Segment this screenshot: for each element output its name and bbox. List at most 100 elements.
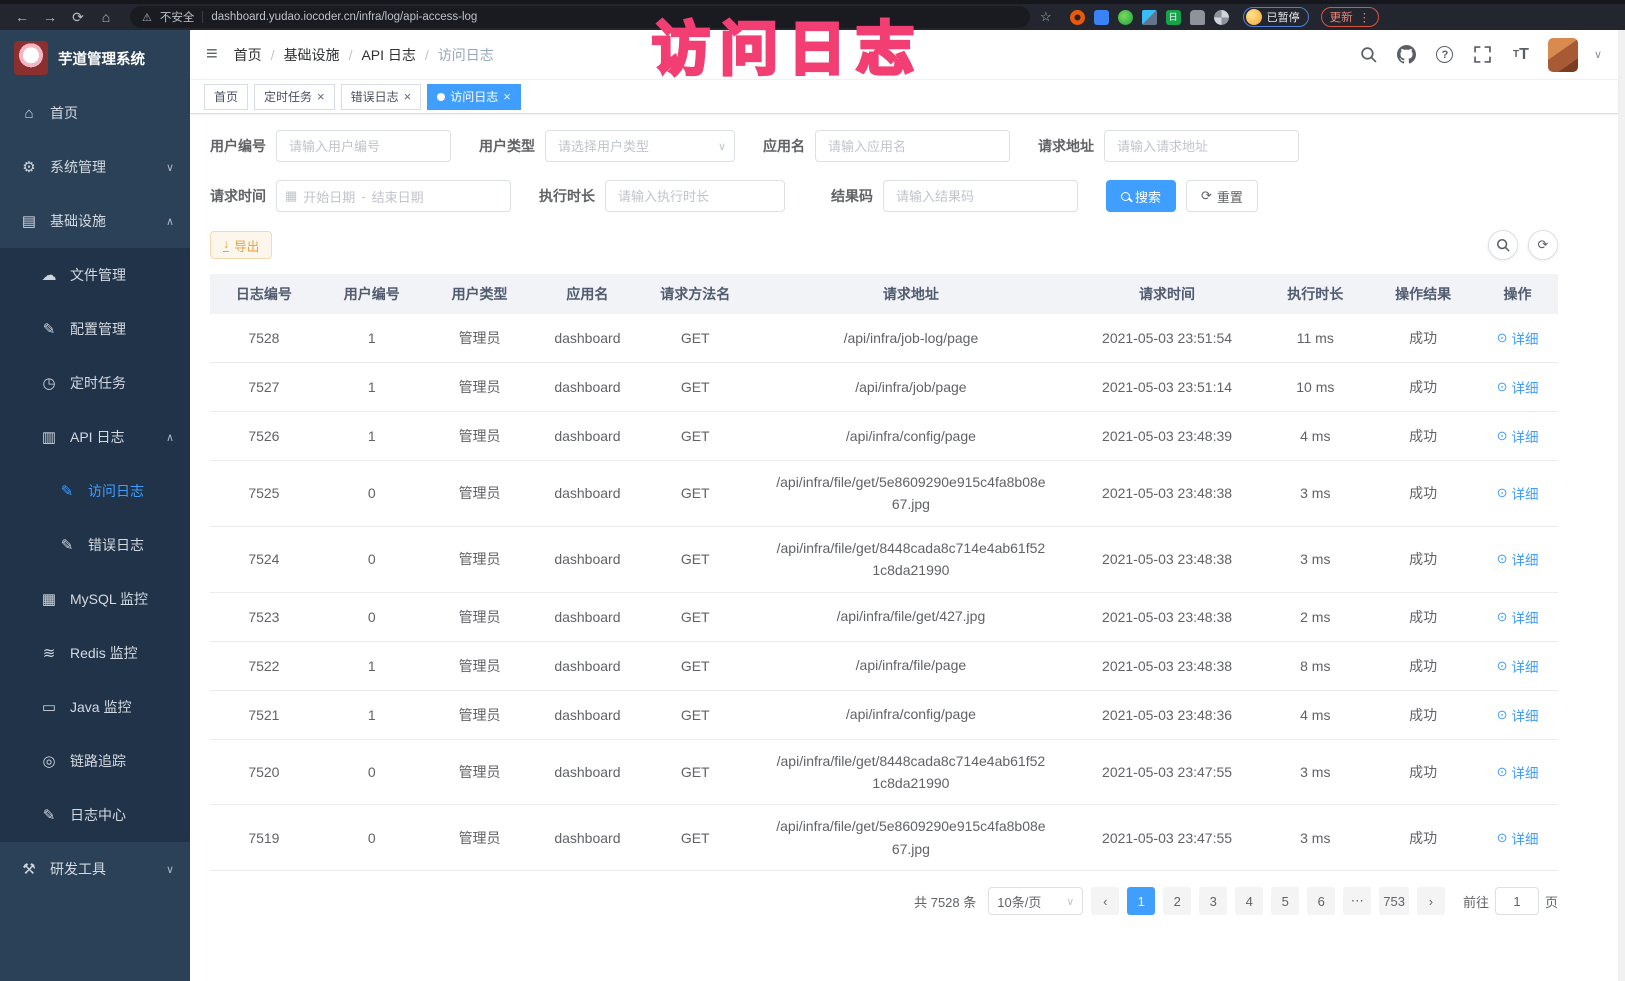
extension-icon-orange[interactable] — [1070, 10, 1085, 25]
page-size-select[interactable]: 10条/页 ∨ — [988, 887, 1083, 915]
search-button[interactable]: 搜索 — [1106, 180, 1176, 212]
tab-close-icon[interactable]: × — [317, 90, 325, 103]
user-type-select-input[interactable] — [545, 130, 735, 162]
next-page-button[interactable]: › — [1417, 887, 1445, 915]
search-icon[interactable] — [1358, 44, 1380, 66]
table-row[interactable]: 7521 1 管理员 dashboard GET /api/infra/conf… — [210, 690, 1558, 739]
sidebar-item-mysql-monitor[interactable]: ▦ MySQL 监控 — [0, 572, 190, 626]
page-number-button[interactable]: 3 — [1199, 887, 1227, 915]
extension-icon-shield[interactable] — [1094, 10, 1109, 25]
detail-link[interactable]: ⊙ 详细 — [1497, 762, 1539, 782]
detail-link[interactable]: ⊙ 详细 — [1497, 607, 1539, 627]
hamburger-icon[interactable]: ≡ — [206, 43, 218, 66]
actions-cell: ⊙ 详细 — [1477, 314, 1558, 363]
browser-back-icon[interactable]: ← — [10, 5, 34, 29]
table-row[interactable]: 7524 0 管理员 dashboard GET /api/infra/file… — [210, 526, 1558, 592]
user-avatar[interactable] — [1548, 38, 1578, 72]
detail-link[interactable]: ⊙ 详细 — [1497, 483, 1539, 503]
detail-link[interactable]: ⊙ 详细 — [1497, 426, 1539, 446]
extension-icon-ghost[interactable] — [1190, 10, 1205, 25]
table-row[interactable]: 7526 1 管理员 dashboard GET /api/infra/conf… — [210, 412, 1558, 461]
export-button[interactable]: ↓ 导出 — [210, 231, 272, 259]
browser-home-icon[interactable]: ⌂ — [94, 5, 118, 29]
detail-link[interactable]: ⊙ 详细 — [1497, 705, 1539, 725]
app-logo-row[interactable]: 芋道管理系统 — [0, 30, 190, 86]
extension-icon-pinwheel[interactable] — [1214, 10, 1229, 25]
request-url-input[interactable] — [1104, 130, 1299, 162]
table-row[interactable]: 7519 0 管理员 dashboard GET /api/infra/file… — [210, 805, 1558, 871]
table-column-header: 操作 — [1477, 274, 1558, 314]
view-tab[interactable]: 错误日志 × — [341, 84, 422, 110]
sidebar-item-log-center[interactable]: ✎ 日志中心 — [0, 788, 190, 842]
reset-button[interactable]: ⟳ 重置 — [1186, 180, 1258, 212]
view-tab[interactable]: 访问日志 × — [427, 84, 521, 110]
sidebar-item-scheduled-jobs[interactable]: ◷ 定时任务 — [0, 356, 190, 410]
browser-update-button[interactable]: 更新 ⋮ — [1321, 7, 1380, 27]
bookmark-star-icon[interactable]: ☆ — [1040, 9, 1052, 25]
sidebar-item-system[interactable]: ⚙ 系统管理 ∨ — [0, 140, 190, 194]
sidebar-item-infra[interactable]: ▤ 基础设施 ∧ — [0, 194, 190, 248]
page-number-button[interactable]: 1 — [1127, 887, 1155, 915]
browser-reload-icon[interactable]: ⟳ — [66, 5, 90, 29]
detail-link[interactable]: ⊙ 详细 — [1497, 828, 1539, 848]
user-id-input[interactable] — [276, 130, 451, 162]
result-code-input[interactable] — [883, 180, 1078, 212]
monitor-icon: ▭ — [40, 698, 58, 716]
table-row[interactable]: 7527 1 管理员 dashboard GET /api/infra/job/… — [210, 363, 1558, 412]
app-name-input[interactable] — [815, 130, 1010, 162]
tab-close-icon[interactable]: × — [503, 90, 511, 103]
extension-icon-green-square[interactable]: 日 — [1166, 10, 1181, 25]
refresh-table-button[interactable]: ⟳ — [1528, 230, 1558, 260]
table-row[interactable]: 7520 0 管理员 dashboard GET /api/infra/file… — [210, 739, 1558, 805]
toggle-search-button[interactable] — [1488, 230, 1518, 260]
page-number-button[interactable]: 753 — [1379, 887, 1409, 915]
table-row[interactable]: 7522 1 管理员 dashboard GET /api/infra/file… — [210, 641, 1558, 690]
breadcrumb-api-log[interactable]: API 日志 — [361, 45, 415, 65]
table-row[interactable]: 7525 0 管理员 dashboard GET /api/infra/file… — [210, 461, 1558, 527]
breadcrumb-infra[interactable]: 基础设施 — [284, 45, 340, 65]
page-number-button[interactable]: ⋯ — [1343, 887, 1371, 915]
user-type-select[interactable]: ∨ — [545, 130, 735, 162]
page-number-button[interactable]: 6 — [1307, 887, 1335, 915]
table-row[interactable]: 7528 1 管理员 dashboard GET /api/infra/job-… — [210, 314, 1558, 363]
table-row[interactable]: 7523 0 管理员 dashboard GET /api/infra/file… — [210, 592, 1558, 641]
page-number-button[interactable]: 5 — [1271, 887, 1299, 915]
request-time-range-picker[interactable]: ▦ 开始日期 - 结束日期 — [276, 180, 511, 212]
tab-close-icon[interactable]: × — [404, 90, 412, 103]
sidebar-item-dev-tools[interactable]: ⚒ 研发工具 ∨ — [0, 842, 190, 896]
request-url-cell: /api/infra/job/page — [749, 363, 1073, 412]
browser-forward-icon[interactable]: → — [38, 5, 62, 29]
sidebar-item-java-monitor[interactable]: ▭ Java 监控 — [0, 680, 190, 734]
sidebar-item-error-log[interactable]: ✎ 错误日志 — [0, 518, 190, 572]
fullscreen-icon[interactable] — [1472, 44, 1494, 66]
sidebar-item-trace[interactable]: ◎ 链路追踪 — [0, 734, 190, 788]
browser-menu-icon[interactable]: ⋮ — [1359, 10, 1371, 24]
prev-page-button[interactable]: ‹ — [1091, 887, 1119, 915]
extension-icon-puzzle[interactable] — [1142, 10, 1157, 25]
duration-cell: 8 ms — [1261, 641, 1369, 690]
browser-profile-badge[interactable]: 已暂停 — [1243, 7, 1309, 27]
sidebar-item-api-log[interactable]: ▥ API 日志 ∧ — [0, 410, 190, 464]
detail-link[interactable]: ⊙ 详细 — [1497, 656, 1539, 676]
sidebar-item-home[interactable]: ⌂ 首页 — [0, 86, 190, 140]
help-icon[interactable]: ? — [1434, 44, 1456, 66]
extension-icon-green-circle[interactable] — [1118, 10, 1133, 25]
detail-link[interactable]: ⊙ 详细 — [1497, 377, 1539, 397]
page-number-button[interactable]: 4 — [1235, 887, 1263, 915]
detail-link[interactable]: ⊙ 详细 — [1497, 328, 1539, 348]
font-size-icon[interactable]: TT — [1510, 44, 1532, 66]
sidebar-item-redis-monitor[interactable]: ≋ Redis 监控 — [0, 626, 190, 680]
sidebar-item-file-manage[interactable]: ☁ 文件管理 — [0, 248, 190, 302]
chevron-down-icon[interactable]: ∨ — [1594, 48, 1602, 61]
address-bar[interactable]: ⚠ 不安全 dashboard.yudao.iocoder.cn/infra/l… — [130, 6, 1030, 28]
view-tab[interactable]: 首页 — [204, 84, 248, 110]
goto-page-input[interactable] — [1495, 887, 1539, 915]
breadcrumb-home[interactable]: 首页 — [234, 45, 262, 65]
duration-input[interactable] — [605, 180, 785, 212]
detail-link[interactable]: ⊙ 详细 — [1497, 549, 1539, 569]
sidebar-item-access-log[interactable]: ✎ 访问日志 — [0, 464, 190, 518]
page-number-button[interactable]: 2 — [1163, 887, 1191, 915]
sidebar-item-config-manage[interactable]: ✎ 配置管理 — [0, 302, 190, 356]
view-tab[interactable]: 定时任务 × — [254, 84, 335, 110]
github-icon[interactable] — [1396, 44, 1418, 66]
